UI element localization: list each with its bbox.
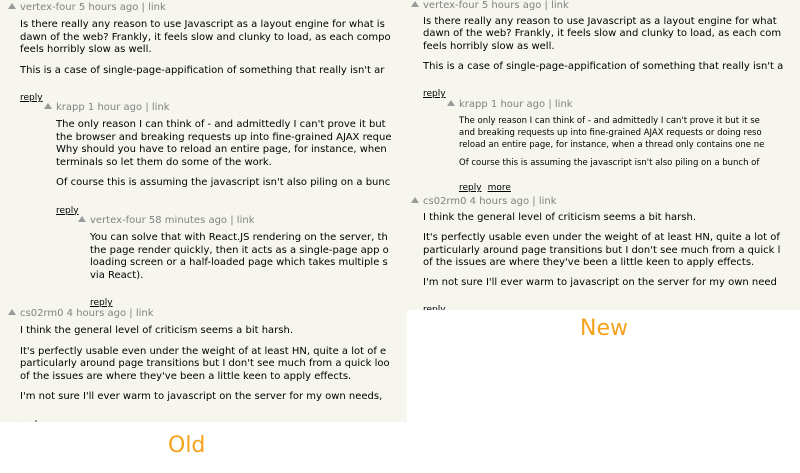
- comment-author[interactable]: vertex-four: [423, 0, 479, 11]
- comment-line: This is a case of single-page-appificati…: [20, 64, 385, 76]
- comment-line: reload an entire page, for instance, whe…: [459, 140, 765, 150]
- comment-age[interactable]: 4 hours ago: [67, 308, 126, 319]
- upvote-arrow-icon[interactable]: [411, 197, 419, 203]
- comment-line: It's perfectly usable even under the wei…: [423, 232, 780, 244]
- comment-line: Is there really any reason to use Javasc…: [20, 19, 385, 30]
- comment-header: vertex-four 5 hours ago | link: [411, 0, 783, 12]
- comment-header: vertex-four 58 minutes ago | link: [78, 215, 389, 227]
- comment-line: I'm not sure I'll ever warm to javascrip…: [423, 277, 777, 289]
- comment-line: Is there really any reason to use Javasc…: [423, 16, 777, 27]
- comment-line: feels horribly slow as well.: [20, 44, 152, 55]
- comment-line: loading screen or a half-loaded page whi…: [90, 257, 388, 268]
- reply-link[interactable]: reply: [56, 206, 79, 216]
- comment: krapp 1 hour ago | link The only reason …: [447, 99, 764, 194]
- comment-line: The only reason I can think of - and adm…: [56, 119, 386, 130]
- comment: krapp 1 hour ago | link The only reason …: [44, 102, 391, 217]
- comment-author[interactable]: vertex-four: [20, 2, 76, 13]
- reply-link[interactable]: reply: [90, 298, 113, 308]
- comment-line: via React).: [90, 269, 144, 281]
- comment-link[interactable]: link: [136, 308, 154, 319]
- comment-author[interactable]: cs02rm0: [20, 308, 63, 319]
- comment-line: particularly around page transitions but…: [20, 358, 390, 369]
- comment-line: of the issues are where they've been a l…: [423, 256, 755, 268]
- comment-body: Is there really any reason to use Javasc…: [20, 19, 391, 77]
- comment-body: You can solve that with React.JS renderi…: [90, 232, 389, 282]
- comment-line: I think the general level of criticism s…: [20, 325, 293, 336]
- comment: cs02rm0 4 hours ago | link I think the g…: [411, 196, 780, 310]
- upvote-arrow-icon[interactable]: [78, 216, 86, 222]
- comment-body: The only reason I can think of - and adm…: [459, 115, 764, 169]
- comment-author[interactable]: cs02rm0: [423, 196, 466, 207]
- comment-age[interactable]: 1 hour ago: [88, 102, 142, 113]
- comment-body: Is there really any reason to use Javasc…: [423, 16, 783, 73]
- comment-line: It's perfectly usable even under the wei…: [20, 345, 387, 357]
- comment-header: cs02rm0 4 hours ago | link: [8, 308, 390, 320]
- comment-line: of the issues are where they've been a l…: [20, 370, 352, 382]
- comment-link[interactable]: link: [539, 196, 557, 207]
- comment-body: I think the general level of criticism s…: [423, 212, 780, 289]
- comment-body: The only reason I can think of - and adm…: [56, 119, 391, 190]
- reply-link[interactable]: reply: [459, 183, 482, 193]
- comment-age[interactable]: 58 minutes ago: [149, 215, 227, 226]
- upvote-arrow-icon[interactable]: [411, 1, 419, 7]
- comment-line: dawn of the web? Frankly, it feels slow …: [20, 31, 391, 43]
- reply-link[interactable]: reply: [423, 305, 446, 310]
- comment-author[interactable]: vertex-four: [90, 215, 146, 226]
- comment-author[interactable]: krapp: [56, 102, 85, 113]
- reply-link[interactable]: reply: [20, 420, 43, 423]
- comment: vertex-four 5 hours ago | link Is there …: [8, 2, 391, 104]
- comment-line: This is a case of single-page-appificati…: [423, 60, 784, 72]
- upvote-arrow-icon[interactable]: [44, 103, 52, 109]
- comment-link[interactable]: link: [152, 102, 170, 113]
- comment-line: dawn of the web? Frankly, it feels slow …: [423, 28, 782, 40]
- new-caption: New: [580, 316, 628, 341]
- comment-age[interactable]: 4 hours ago: [470, 196, 529, 207]
- comment-link[interactable]: link: [555, 99, 573, 110]
- comment-line: I'm not sure I'll ever warm to javascrip…: [20, 391, 383, 402]
- comment-body: I think the general level of criticism s…: [20, 325, 390, 404]
- comment-line: You can solve that with React.JS renderi…: [90, 232, 388, 243]
- comment-author[interactable]: krapp: [459, 99, 488, 110]
- comment-line: the browser and breaking requests up int…: [56, 131, 392, 143]
- comment-link[interactable]: link: [148, 2, 166, 13]
- comment-line: Of course this is assuming the javascrip…: [56, 177, 391, 188]
- comment-header: krapp 1 hour ago | link: [447, 99, 764, 111]
- more-link[interactable]: more: [488, 183, 511, 193]
- upvote-arrow-icon[interactable]: [447, 100, 455, 106]
- comment-header: krapp 1 hour ago | link: [44, 102, 391, 114]
- comment-header: vertex-four 5 hours ago | link: [8, 2, 391, 14]
- comment: cs02rm0 4 hours ago | link I think the g…: [8, 308, 390, 422]
- comment-line: Of course this is assuming the javascrip…: [459, 158, 760, 168]
- old-thread-panel: vertex-four 5 hours ago | link Is there …: [0, 0, 407, 422]
- comment-link[interactable]: link: [237, 215, 255, 226]
- reply-link[interactable]: reply: [423, 89, 446, 99]
- comment-age[interactable]: 1 hour ago: [491, 99, 545, 110]
- comment-line: feels horribly slow as well.: [423, 40, 555, 52]
- comment-line: Why should you have to reload an entire …: [56, 144, 387, 155]
- comment-age[interactable]: 5 hours ago: [79, 2, 138, 13]
- comment-age[interactable]: 5 hours ago: [482, 0, 541, 11]
- upvote-arrow-icon[interactable]: [8, 3, 16, 9]
- comment-link[interactable]: link: [551, 0, 569, 11]
- comment: vertex-four 5 hours ago | link Is there …: [411, 0, 783, 100]
- comment-line: I think the general level of criticism s…: [423, 212, 696, 223]
- upvote-arrow-icon[interactable]: [8, 309, 16, 315]
- comment-line: terminals so let them do some of the wor…: [56, 156, 272, 168]
- old-caption: Old: [168, 433, 206, 458]
- comment-line: particularly around page transitions but…: [423, 244, 781, 256]
- comment-line: the page render quickly, then it acts as…: [90, 244, 389, 256]
- reply-link[interactable]: reply: [20, 93, 43, 103]
- new-thread-panel: vertex-four 5 hours ago | link Is there …: [407, 0, 800, 310]
- comment-header: cs02rm0 4 hours ago | link: [411, 196, 780, 208]
- comment-line: The only reason I can think of - and adm…: [459, 116, 760, 126]
- comment: vertex-four 58 minutes ago | link You ca…: [78, 215, 389, 309]
- comment-line: and breaking requests up into fine-grain…: [459, 128, 762, 138]
